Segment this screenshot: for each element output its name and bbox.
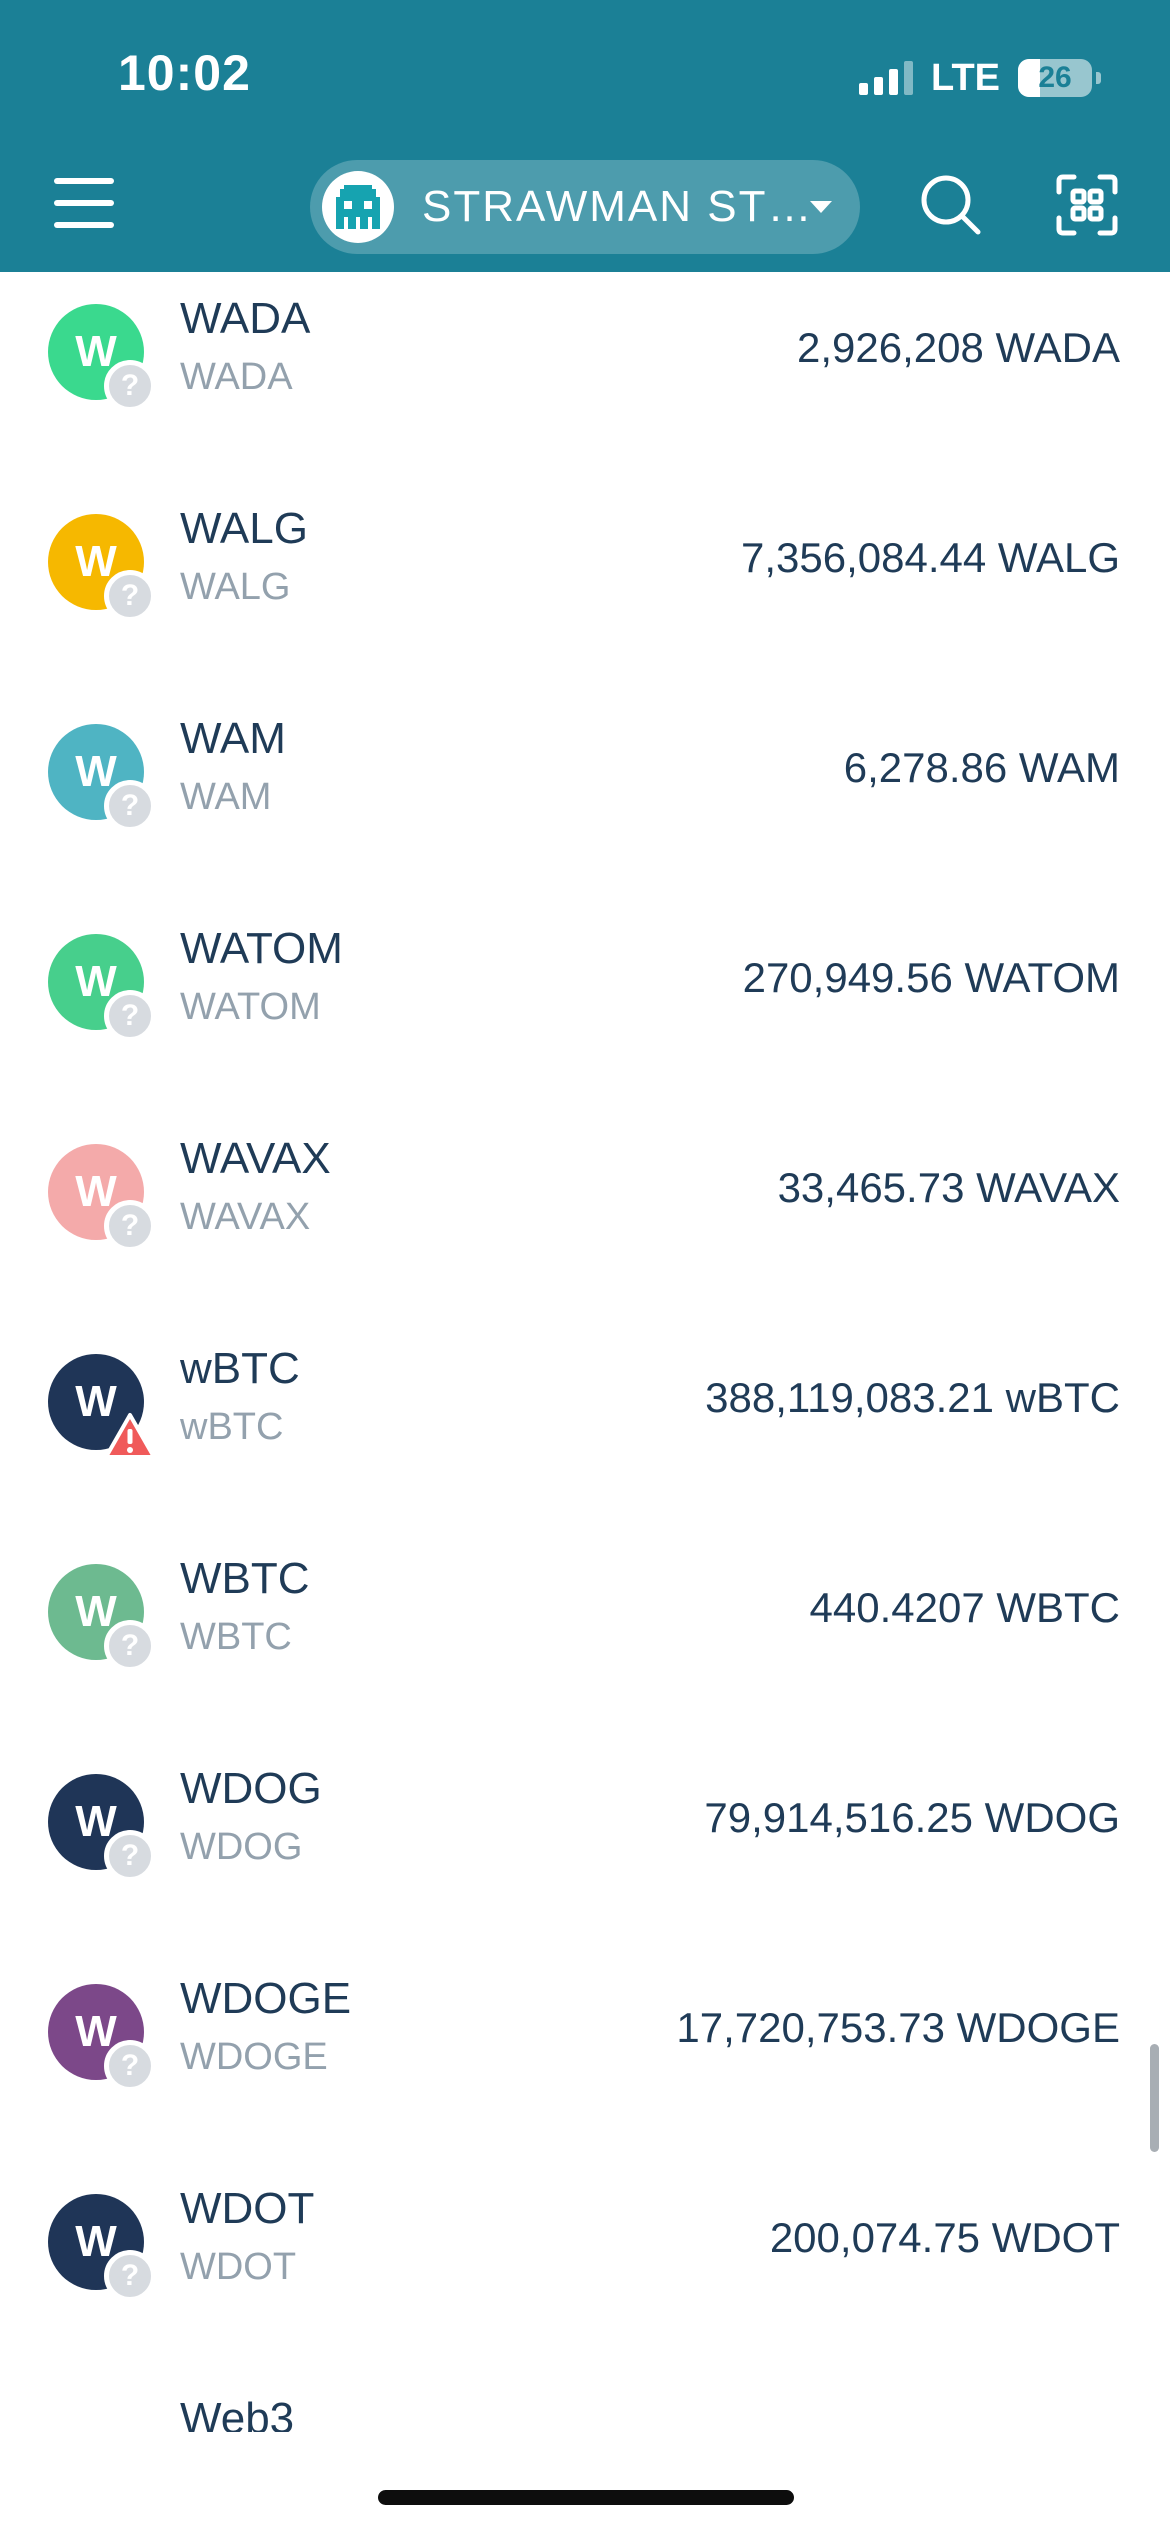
wallet-selector[interactable]: STRAWMAN ST…	[310, 160, 860, 254]
token-row[interactable]: W ? WATOM WATOM 270,949.56 WATOM	[0, 902, 1170, 1112]
token-name: WBTC	[180, 1554, 310, 1603]
token-name: Web3	[180, 2394, 295, 2432]
token-balance: 33,465.73 WAVAX	[777, 1164, 1120, 1211]
menu-icon[interactable]	[54, 178, 114, 228]
token-name: WDOGE	[180, 1974, 352, 2023]
token-row[interactable]: W ? WADA WADA 2,926,208 WADA	[0, 272, 1170, 482]
token-balance: 17,720,753.73 WDOGE	[676, 2004, 1120, 2051]
token-name: WADA	[180, 294, 311, 343]
unverified-badge-icon: ?	[104, 2250, 156, 2302]
token-balance: 200,074.75 WDOT	[769, 2214, 1120, 2261]
token-symbol: WBTC	[180, 1616, 292, 1658]
web3-token-icon	[48, 2404, 144, 2432]
token-symbol: WAVAX	[180, 1196, 311, 1238]
unverified-badge-icon: ?	[104, 360, 156, 412]
unverified-badge-icon: ?	[104, 1200, 156, 1252]
token-balance: 79,914,516.25 WDOG	[704, 1794, 1120, 1841]
battery-level: 26	[1038, 61, 1072, 94]
token-symbol: WAM	[180, 776, 272, 818]
network-type: LTE	[931, 56, 1000, 99]
token-symbol: WATOM	[180, 986, 321, 1028]
token-row[interactable]: W ? WBTC WBTC 440.4207 WBTC	[0, 1532, 1170, 1742]
token-name: WDOT	[180, 2184, 315, 2233]
unverified-badge-icon: ?	[104, 780, 156, 832]
app-header: 10:02 LTE 26 STRAWMAN ST…	[0, 0, 1170, 272]
unverified-badge-icon: ?	[104, 990, 156, 1042]
token-name: WAVAX	[180, 1134, 331, 1183]
status-indicators: LTE 26	[859, 52, 1101, 104]
token-name: wBTC	[180, 1344, 300, 1393]
token-balance: 6,278.86 WAM	[843, 744, 1120, 791]
scan-icon[interactable]	[1056, 174, 1118, 236]
token-name: WAM	[180, 714, 286, 763]
token-symbol: WADA	[180, 356, 293, 398]
token-row[interactable]: W wBTC wBTC 388,119,083.21 wBTC	[0, 1322, 1170, 1532]
unverified-badge-icon: ?	[104, 1620, 156, 1672]
token-row[interactable]: W ? WALG WALG 7,356,084.44 WALG	[0, 482, 1170, 692]
unverified-badge-icon: ?	[104, 2040, 156, 2092]
token-symbol: wBTC	[180, 1406, 284, 1448]
token-row[interactable]: W ? WAM WAM 6,278.86 WAM	[0, 692, 1170, 902]
token-symbol: WDOGE	[180, 2036, 328, 2078]
token-balance: 7,356,084.44 WALG	[740, 534, 1120, 581]
token-symbol: WALG	[180, 566, 291, 608]
token-row[interactable]: W ? WDOT WDOT 200,074.75 WDOT	[0, 2162, 1170, 2372]
wallet-name: STRAWMAN ST…	[422, 182, 814, 231]
token-list[interactable]: W ? WADA WADA 2,926,208 WADA W ? WALG WA…	[0, 272, 1170, 2432]
status-time: 10:02	[118, 45, 251, 101]
token-name: WALG	[180, 504, 308, 553]
token-symbol: WDOT	[180, 2246, 297, 2288]
chevron-down-icon	[810, 201, 832, 213]
token-name: WATOM	[180, 924, 343, 973]
token-balance: 440.4207 WBTC	[809, 1584, 1121, 1631]
token-row[interactable]: W ? WDOG WDOG 79,914,516.25 WDOG	[0, 1742, 1170, 1952]
token-balance: 388,119,083.21 wBTC	[705, 1374, 1120, 1421]
cellular-signal-icon	[859, 61, 914, 95]
warning-badge-icon	[104, 1410, 156, 1462]
token-balance: 2,926,208 WADA	[797, 324, 1120, 371]
token-row[interactable]: W ? WDOGE WDOGE 17,720,753.73 WDOGE	[0, 1952, 1170, 2162]
unverified-badge-icon: ?	[104, 570, 156, 622]
token-symbol: WDOG	[180, 1826, 303, 1868]
unverified-badge-icon: ?	[104, 1830, 156, 1882]
home-indicator[interactable]	[378, 2490, 794, 2505]
wallet-avatar-icon	[322, 171, 394, 243]
token-row[interactable]: W ? WAVAX WAVAX 33,465.73 WAVAX	[0, 1112, 1170, 1322]
token-name: WDOG	[180, 1764, 322, 1813]
scrollbar[interactable]	[1150, 2044, 1159, 2152]
token-balance: 270,949.56 WATOM	[742, 954, 1120, 1001]
token-row[interactable]: Web3	[0, 2372, 1170, 2432]
battery-icon: 26	[1018, 59, 1101, 97]
search-icon[interactable]	[918, 172, 984, 238]
